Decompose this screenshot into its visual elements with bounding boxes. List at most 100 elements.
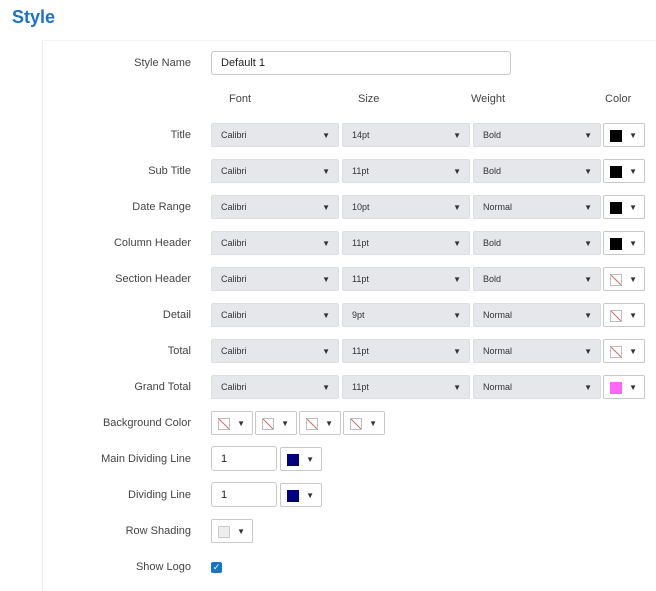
font-select[interactable]: Calibri ▼: [211, 267, 339, 291]
dropdown-arrow-icon: ▼: [629, 311, 637, 320]
row-label: Sub Title: [148, 165, 191, 177]
page-title: Style: [12, 7, 56, 27]
weight-value: Bold: [483, 238, 502, 248]
background-color-picker[interactable]: ▼: [255, 411, 297, 435]
size-select[interactable]: 9pt ▼: [342, 303, 470, 327]
dropdown-arrow-icon: ▼: [584, 167, 592, 176]
background-color-picker[interactable]: ▼: [299, 411, 341, 435]
dropdown-arrow-icon: ▼: [584, 203, 592, 212]
color-swatch: [306, 418, 318, 430]
color-swatch: [610, 382, 622, 394]
size-select[interactable]: 14pt ▼: [342, 123, 470, 147]
size-select[interactable]: 10pt ▼: [342, 195, 470, 219]
font-select[interactable]: Calibri ▼: [211, 123, 339, 147]
weight-select[interactable]: Normal ▼: [473, 339, 601, 363]
size-value: 11pt: [352, 274, 369, 284]
dropdown-arrow-icon: ▼: [306, 491, 314, 500]
color-picker[interactable]: ▼: [603, 303, 645, 327]
weight-select[interactable]: Normal ▼: [473, 375, 601, 399]
color-picker[interactable]: ▼: [603, 231, 645, 255]
main-dividing-line-input[interactable]: [211, 446, 277, 471]
dropdown-arrow-icon: ▼: [629, 131, 637, 140]
dropdown-arrow-icon: ▼: [237, 419, 245, 428]
color-swatch: [610, 346, 622, 358]
main-dividing-line-color-picker[interactable]: ▼: [280, 447, 322, 471]
color-picker[interactable]: ▼: [603, 375, 645, 399]
background-color-picker[interactable]: ▼: [211, 411, 253, 435]
size-value: 11pt: [352, 238, 369, 248]
color-swatch: [610, 202, 622, 214]
row-label: Detail: [162, 309, 191, 321]
size-value: 9pt: [352, 310, 365, 320]
col-header-weight: Weight: [471, 93, 506, 105]
weight-value: Normal: [483, 202, 513, 212]
dividing-line-color-picker[interactable]: ▼: [280, 483, 322, 507]
font-select[interactable]: Calibri ▼: [211, 231, 339, 255]
size-select[interactable]: 11pt ▼: [342, 375, 470, 399]
col-header-color: Color: [605, 93, 632, 105]
weight-select[interactable]: Normal ▼: [473, 303, 601, 327]
size-select[interactable]: 11pt ▼: [342, 231, 470, 255]
dropdown-arrow-icon: ▼: [322, 167, 330, 176]
size-value: 11pt: [352, 166, 369, 176]
color-picker[interactable]: ▼: [603, 159, 645, 183]
weight-select[interactable]: Normal ▼: [473, 195, 601, 219]
show-logo-label: Show Logo: [135, 561, 191, 573]
dropdown-arrow-icon: ▼: [322, 239, 330, 248]
dropdown-arrow-icon: ▼: [453, 167, 461, 176]
weight-value: Bold: [483, 166, 502, 176]
background-color-picker[interactable]: ▼: [343, 411, 385, 435]
font-select[interactable]: Calibri ▼: [211, 303, 339, 327]
font-select[interactable]: Calibri ▼: [211, 339, 339, 363]
style-name-input[interactable]: [211, 51, 511, 75]
weight-value: Normal: [483, 382, 513, 392]
color-swatch: [218, 418, 230, 430]
weight-select[interactable]: Bold ▼: [473, 267, 601, 291]
row-label: Column Header: [113, 237, 191, 249]
size-value: 11pt: [352, 346, 369, 356]
dropdown-arrow-icon: ▼: [369, 419, 377, 428]
show-logo-checkbox[interactable]: ✓: [211, 562, 222, 573]
dropdown-arrow-icon: ▼: [629, 167, 637, 176]
dropdown-arrow-icon: ▼: [453, 275, 461, 284]
font-value: Calibri: [221, 346, 247, 356]
font-value: Calibri: [221, 202, 247, 212]
dropdown-arrow-icon: ▼: [322, 347, 330, 356]
font-select[interactable]: Calibri ▼: [211, 375, 339, 399]
size-value: 11pt: [352, 382, 369, 392]
weight-value: Bold: [483, 274, 502, 284]
dropdown-arrow-icon: ▼: [453, 347, 461, 356]
font-select[interactable]: Calibri ▼: [211, 195, 339, 219]
font-select[interactable]: Calibri ▼: [211, 159, 339, 183]
color-swatch: [610, 238, 622, 250]
dropdown-arrow-icon: ▼: [584, 311, 592, 320]
dropdown-arrow-icon: ▼: [629, 239, 637, 248]
color-swatch: [287, 490, 299, 502]
size-select[interactable]: 11pt ▼: [342, 159, 470, 183]
style-name-label: Style Name: [134, 57, 191, 69]
row-label: Total: [167, 345, 191, 357]
dividing-line-input[interactable]: [211, 482, 277, 507]
dropdown-arrow-icon: ▼: [322, 383, 330, 392]
color-picker[interactable]: ▼: [603, 339, 645, 363]
dropdown-arrow-icon: ▼: [629, 347, 637, 356]
dropdown-arrow-icon: ▼: [584, 131, 592, 140]
size-select[interactable]: 11pt ▼: [342, 339, 470, 363]
size-value: 14pt: [352, 130, 370, 140]
size-select[interactable]: 11pt ▼: [342, 267, 470, 291]
color-swatch: [610, 310, 622, 322]
font-value: Calibri: [221, 274, 247, 284]
dropdown-arrow-icon: ▼: [322, 203, 330, 212]
row-label: Grand Total: [134, 381, 191, 393]
weight-select[interactable]: Bold ▼: [473, 159, 601, 183]
color-swatch: [262, 418, 274, 430]
weight-select[interactable]: Bold ▼: [473, 123, 601, 147]
color-picker[interactable]: ▼: [603, 123, 645, 147]
weight-select[interactable]: Bold ▼: [473, 231, 601, 255]
row-shading-color-picker[interactable]: ▼: [211, 519, 253, 543]
color-swatch: [218, 526, 230, 538]
dropdown-arrow-icon: ▼: [629, 383, 637, 392]
row-label: Section Header: [115, 273, 191, 285]
color-picker[interactable]: ▼: [603, 195, 645, 219]
color-picker[interactable]: ▼: [603, 267, 645, 291]
